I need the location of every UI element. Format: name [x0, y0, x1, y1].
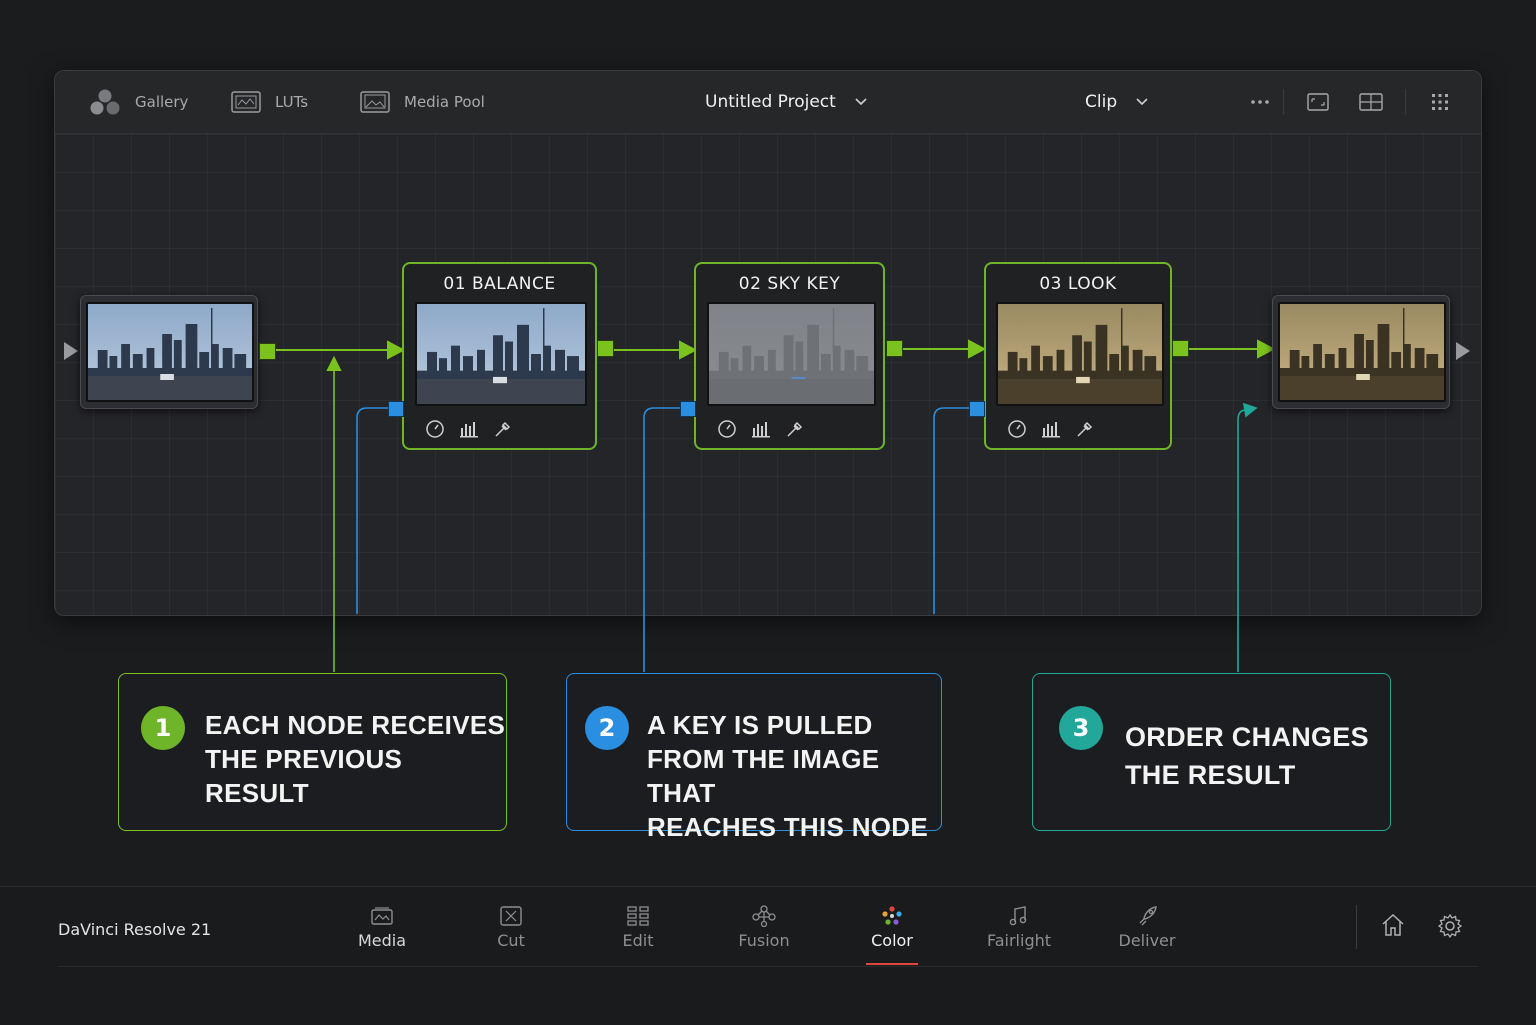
tab-fairlight[interactable]: Fairlight: [974, 903, 1064, 950]
eyedropper-icon[interactable]: [1074, 418, 1096, 440]
fusion-page-icon: [719, 903, 809, 929]
output-node[interactable]: [1272, 295, 1450, 409]
tab-deliver[interactable]: Deliver: [1102, 903, 1192, 950]
gallery-icon: [89, 88, 121, 116]
node-03-key-input-port[interactable]: [969, 401, 985, 417]
fairlight-page-icon: [974, 903, 1064, 929]
more-icon[interactable]: [1248, 90, 1272, 114]
callout-1: 1 EACH NODE RECEIVES THE PREVIOUS RESULT: [118, 673, 507, 831]
split-view-icon[interactable]: [1359, 90, 1383, 114]
tab-label: Fusion: [738, 931, 790, 950]
gallery-button[interactable]: Gallery: [89, 71, 188, 133]
eyedropper-icon[interactable]: [784, 418, 806, 440]
tab-label: Deliver: [1118, 931, 1176, 950]
media-pool-label: Media Pool: [404, 93, 485, 111]
media-page-icon: [337, 903, 427, 929]
node-01-output-port[interactable]: [597, 340, 614, 357]
dial-icon[interactable]: [1006, 418, 1028, 440]
active-tab-indicator: [866, 963, 918, 965]
gallery-label: Gallery: [135, 93, 189, 111]
node-02-sky-key[interactable]: 02 SKY KEY: [694, 262, 885, 450]
callout-number-badge: 1: [141, 706, 185, 750]
callout-text: EACH NODE RECEIVES THE PREVIOUS RESULT: [205, 710, 506, 808]
callout-text: ORDER CHANGES THE RESULT: [1125, 722, 1369, 790]
edit-page-icon: [593, 903, 683, 929]
node-tools: [424, 418, 514, 440]
callout-3: 3 ORDER CHANGES THE RESULT: [1032, 673, 1391, 831]
callout-text: A KEY IS PULLED FROM THE IMAGE THAT REAC…: [647, 710, 929, 842]
histogram-icon[interactable]: [458, 418, 480, 440]
chevron-down-icon: [1135, 92, 1149, 112]
tab-cut[interactable]: Cut: [466, 903, 556, 950]
toolbar-divider: [1405, 89, 1406, 115]
histogram-icon[interactable]: [750, 418, 772, 440]
tab-label: Media: [357, 931, 407, 950]
tab-color[interactable]: Color: [847, 903, 937, 965]
page-navigation-bar: DaVinci Resolve 21 Media Cut Edit Fusion…: [0, 886, 1536, 1025]
tab-fusion[interactable]: Fusion: [719, 903, 809, 950]
tab-label: Fairlight: [986, 931, 1052, 950]
node-thumbnail: [415, 302, 587, 406]
clip-label: Clip: [1085, 92, 1118, 112]
node-03-output-port[interactable]: [1172, 340, 1189, 357]
viewer-mode-icon[interactable]: [1306, 90, 1330, 114]
node-title: 01 BALANCE: [443, 274, 556, 294]
node-thumbnail: [996, 302, 1164, 406]
node-tools: [716, 418, 806, 440]
toolbar-divider: [1283, 89, 1284, 115]
grid-menu-icon[interactable]: [1428, 90, 1452, 114]
bottom-rule: [58, 966, 1478, 967]
cut-page-icon: [466, 903, 556, 929]
tab-edit[interactable]: Edit: [593, 903, 683, 950]
histogram-icon[interactable]: [1040, 418, 1062, 440]
settings-gear-icon[interactable]: [1437, 913, 1463, 943]
node-title: 02 SKY KEY: [738, 274, 841, 294]
color-page-icon: [847, 903, 937, 929]
dial-icon[interactable]: [716, 418, 738, 440]
luts-label: LUTs: [275, 93, 309, 111]
tab-label: Color: [871, 931, 913, 950]
deliver-page-icon: [1102, 903, 1192, 929]
output-thumbnail: [1278, 302, 1446, 402]
callout-number-badge: 2: [585, 706, 629, 750]
clip-selector[interactable]: Clip: [1085, 71, 1149, 133]
dial-icon[interactable]: [424, 418, 446, 440]
node-title: 03 LOOK: [1039, 274, 1117, 294]
node-02-key-input-port[interactable]: [680, 401, 696, 417]
source-output-port[interactable]: [259, 343, 276, 360]
media-pool-icon: [360, 91, 390, 113]
luts-button[interactable]: LUTs: [231, 71, 308, 133]
node-03-look[interactable]: 03 LOOK: [984, 262, 1172, 450]
luts-icon: [231, 91, 261, 113]
callout-number-badge: 3: [1059, 706, 1103, 750]
node-thumbnail: [707, 302, 876, 406]
tab-label: Cut: [497, 931, 525, 950]
project-title: Untitled Project: [705, 92, 836, 112]
tab-label: Edit: [622, 931, 654, 950]
node-tools: [1006, 418, 1096, 440]
source-node[interactable]: [80, 295, 258, 409]
tab-media[interactable]: Media: [337, 903, 427, 950]
media-pool-button[interactable]: Media Pool: [360, 71, 485, 133]
node-02-output-port[interactable]: [886, 340, 903, 357]
eyedropper-icon[interactable]: [492, 418, 514, 440]
source-thumbnail: [86, 302, 254, 402]
node-01-balance[interactable]: 01 BALANCE: [402, 262, 597, 450]
callout-2: 2 A KEY IS PULLED FROM THE IMAGE THAT RE…: [566, 673, 942, 842]
chevron-down-icon: [854, 92, 868, 112]
node-01-key-input-port[interactable]: [388, 401, 404, 417]
home-icon[interactable]: [1380, 913, 1406, 941]
node-editor-toolbar: Gallery LUTs Media Pool Untitled Project…: [55, 71, 1481, 134]
app-name: DaVinci Resolve 21: [58, 920, 212, 939]
project-selector[interactable]: Untitled Project: [705, 71, 868, 133]
bottom-divider: [1356, 905, 1357, 949]
